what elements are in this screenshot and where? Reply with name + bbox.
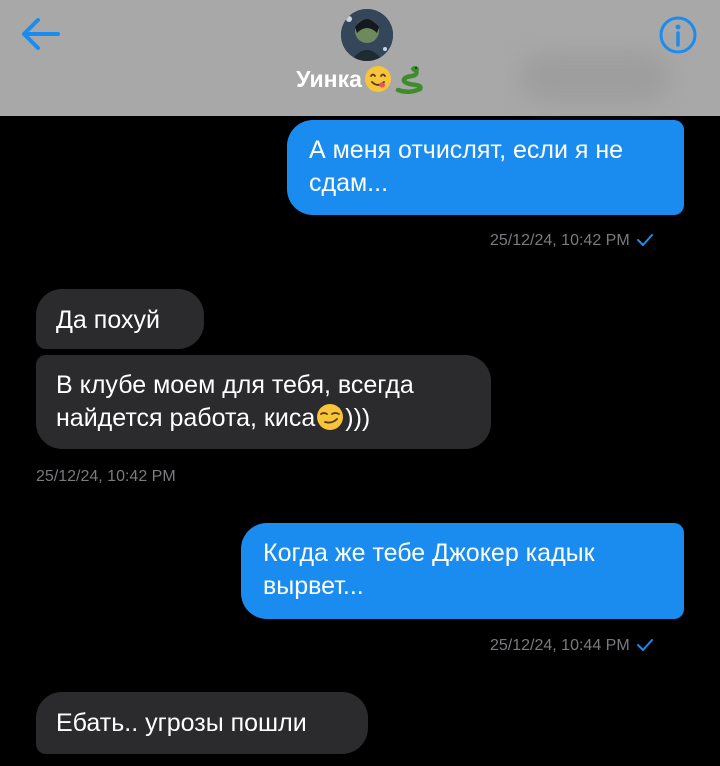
sent-check-icon: [636, 638, 654, 657]
incoming-message[interactable]: Ебать.. угрозы пошли: [36, 692, 368, 754]
back-arrow-icon[interactable]: [18, 12, 66, 56]
timestamp-text: 25/12/24, 10:42 PM: [490, 232, 630, 249]
contact-title[interactable]: Уинка: [0, 62, 720, 96]
message-text: Когда же тебе Джокер кадык вырвет...: [263, 539, 595, 600]
info-icon[interactable]: [658, 15, 698, 55]
sent-check-icon: [636, 233, 654, 252]
contact-name: Уинка: [296, 65, 362, 92]
message-timestamp: 25/12/24, 10:44 PM: [490, 637, 654, 657]
outgoing-message[interactable]: А меня отчислят, если я не сдам...: [287, 120, 684, 215]
timestamp-text: 25/12/24, 10:44 PM: [490, 637, 630, 654]
message-text: Да похуй: [56, 306, 160, 334]
message-text: Ебать.. угрозы пошли: [56, 709, 307, 737]
outgoing-message[interactable]: Когда же тебе Джокер кадык вырвет...: [241, 523, 684, 619]
smirk-face-emoji: [315, 402, 345, 432]
incoming-message[interactable]: Да похуй: [36, 289, 204, 349]
incoming-message[interactable]: В клубе моем для тебя, всегда найдется р…: [36, 355, 491, 449]
yum-face-emoji: [364, 65, 392, 93]
message-text-suffix: ))): [345, 404, 371, 432]
chat-screen: Уинка А меня отчислят, если я не сдам...…: [0, 0, 720, 766]
snake-emoji: [394, 64, 424, 94]
message-text: А меня отчислят, если я не сдам...: [309, 136, 624, 197]
avatar[interactable]: [341, 9, 393, 61]
message-timestamp: 25/12/24, 10:42 PM: [490, 232, 654, 252]
message-timestamp: 25/12/24, 10:42 PM: [36, 468, 176, 486]
timestamp-text: 25/12/24, 10:42 PM: [36, 468, 176, 485]
chat-header: Уинка: [0, 0, 720, 116]
